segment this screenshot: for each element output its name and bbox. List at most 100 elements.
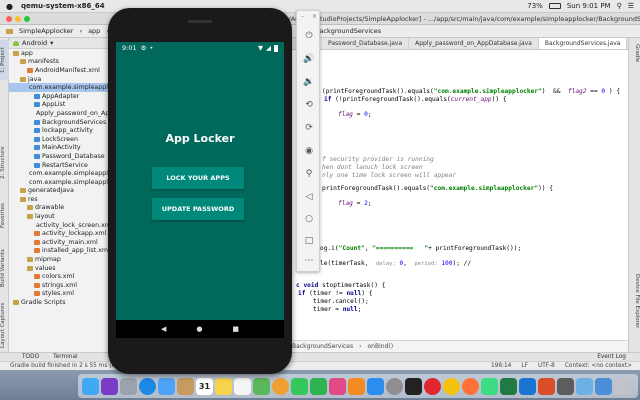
android-studio-icon[interactable] [481,377,498,395]
tool-tab-build-variants[interactable]: Build Variants [0,243,9,293]
facetime-icon[interactable] [310,377,327,395]
tree-item[interactable]: MainActivity [9,144,111,153]
notes-icon[interactable] [215,377,232,395]
tree-item[interactable]: AppAdapter [9,92,111,101]
file-encoding[interactable]: UTF-8 [538,363,555,369]
tree-item[interactable]: activity_main.xml [9,238,111,247]
tree-item[interactable]: activity_lockapp.xml [9,229,111,238]
terminal-icon[interactable] [405,377,422,395]
battery-percent[interactable]: 73% [527,2,543,10]
tree-item[interactable]: AppList [9,101,111,110]
tree-item[interactable]: activity_lock_screen.xml [9,221,111,230]
tool-tab-gradle[interactable]: Gradle [630,44,640,74]
tool-tab-project[interactable]: 1: Project [0,40,9,80]
tool-tab-layout-captures[interactable]: Layout Captures [0,300,9,350]
nav-recent-icon[interactable]: ■ [232,325,239,333]
tree-item[interactable]: Apply_password_on_AppDatabase [9,109,111,118]
reminders-icon[interactable] [234,377,251,395]
tool-tab-terminal[interactable]: Terminal [53,354,78,360]
volume-up-icon[interactable]: 🔊 [301,51,317,67]
project-view-selector[interactable]: Android ▾ [9,38,111,49]
code-line[interactable]: if (!printForegroundTask().equals(curren… [324,96,507,103]
menu-list-icon[interactable]: ☰ [628,2,634,10]
code-comment[interactable]: f security provider is running [322,156,434,163]
tool-tab-event-log[interactable]: Event Log [597,354,626,360]
tool-tab-device-file-explorer[interactable]: Device File Explorer [630,274,640,350]
breadcrumb-class[interactable]: BackgroundServices [292,343,353,350]
line-separator[interactable]: LF [521,363,528,369]
tree-item[interactable]: RestartService [9,161,111,170]
tool-tab-todo[interactable]: TODO [22,354,39,360]
code-line[interactable]: flag = 0; [338,111,372,118]
code-line[interactable]: c void stoptimertask() { [296,282,385,289]
firefox-icon[interactable] [462,377,479,395]
siri-icon[interactable] [101,377,118,395]
tree-item[interactable]: com.example.simpleapplocker (test) [9,178,111,187]
nav-home-icon[interactable]: ● [196,325,202,333]
contacts-icon[interactable] [177,377,194,395]
toolbar-project[interactable]: SimpleApplocker [19,27,73,35]
window-minimize-button[interactable] [15,15,21,22]
toolbar-module[interactable]: app [88,27,100,35]
tree-item[interactable]: com.example.simpleapplocker (androidTest… [9,169,111,178]
camera-icon[interactable]: ◉ [301,143,317,159]
launchpad-icon[interactable] [120,377,137,395]
editor-tab[interactable]: Password_Database.java [322,38,410,49]
lock-your-apps-button[interactable]: LOCK YOUR APPS [152,167,244,189]
code-comment[interactable]: hen dont lanuch lock screen [322,164,423,171]
tree-item[interactable]: drawable [9,204,111,213]
overview-icon[interactable]: □ [301,233,317,249]
close-icon[interactable]: × [312,13,317,20]
tree-item[interactable]: mipmap [9,255,111,264]
update-password-button[interactable]: UPDATE PASSWORD [152,198,244,220]
menubar-clock[interactable]: Sun 9:01 PM [567,2,611,10]
code-line[interactable]: le(timerTask, delay: 0, period: 100); // [320,260,471,267]
maps-icon[interactable] [253,377,270,395]
itunes-icon[interactable] [329,377,346,395]
battery-icon[interactable] [548,3,561,9]
breadcrumb-method[interactable]: onBind() [368,343,394,350]
calendar-icon[interactable]: 31 [196,377,213,395]
nav-back-icon[interactable]: ◀ [161,325,166,333]
zoom-icon[interactable]: ⚲ [301,166,317,182]
code-line[interactable]: timer.cancel(); [298,298,369,305]
tree-item[interactable]: res [9,195,111,204]
chrome-icon[interactable] [443,377,460,395]
rotate-right-icon[interactable]: ⟳ [301,120,317,136]
device-screen[interactable]: 9:01 ⚙ • ▼ ◢ App Locker LOCK YOUR APPS U… [116,42,284,338]
window-zoom-button[interactable] [24,15,30,22]
tree-item[interactable]: generatedJava [9,187,111,196]
apple-icon[interactable]: ● [6,2,13,11]
tool-tab-structure[interactable]: 2: Structure [0,138,9,188]
safari-icon[interactable] [139,377,156,395]
tree-item[interactable]: java [9,75,111,84]
tree-item[interactable]: strings.xml [9,281,111,290]
caret-position[interactable]: 198:14 [491,363,511,369]
photos-icon[interactable] [272,377,289,395]
tree-item[interactable]: com.example.simpleapplocker [9,83,111,92]
power-icon[interactable]: ⏻ [301,28,317,44]
tree-item[interactable]: Gradle Scripts [9,298,111,307]
toolbar-class[interactable]: BackgroundServices [315,27,381,35]
code-line[interactable]: og.i("Count", "========== "+ printForegr… [320,245,521,252]
window-close-button[interactable] [6,15,12,22]
tree-item[interactable]: BackgroundServices [9,118,111,127]
code-line[interactable]: (printForegroundTask().equals("com.examp… [322,88,620,95]
code-line[interactable]: printForegroundTask().equals("com.exampl… [322,185,553,192]
tree-item[interactable]: Password_Database [9,152,111,161]
code-line[interactable]: timer = null; [298,306,361,313]
tree-item[interactable]: AndroidManifest.xml [9,66,111,75]
editor-tab[interactable]: Apply_password_on_AppDatabase.java [409,38,539,49]
tree-item[interactable]: manifests [9,58,111,67]
search-icon[interactable]: ⚲ [617,2,622,10]
tree-item[interactable]: app [9,49,111,58]
preview-icon[interactable] [576,377,593,395]
minimize-icon[interactable]: – [301,13,304,20]
context-indicator[interactable]: Context: <no context> [565,363,632,369]
app-store-icon[interactable] [367,377,384,395]
downloads-stack-icon[interactable] [595,377,612,395]
tool-tab-favorites[interactable]: Favorites [0,196,9,236]
tree-item[interactable]: lockapp_activity [9,126,111,135]
trash-icon[interactable] [614,377,631,395]
app-icon[interactable] [557,377,574,395]
